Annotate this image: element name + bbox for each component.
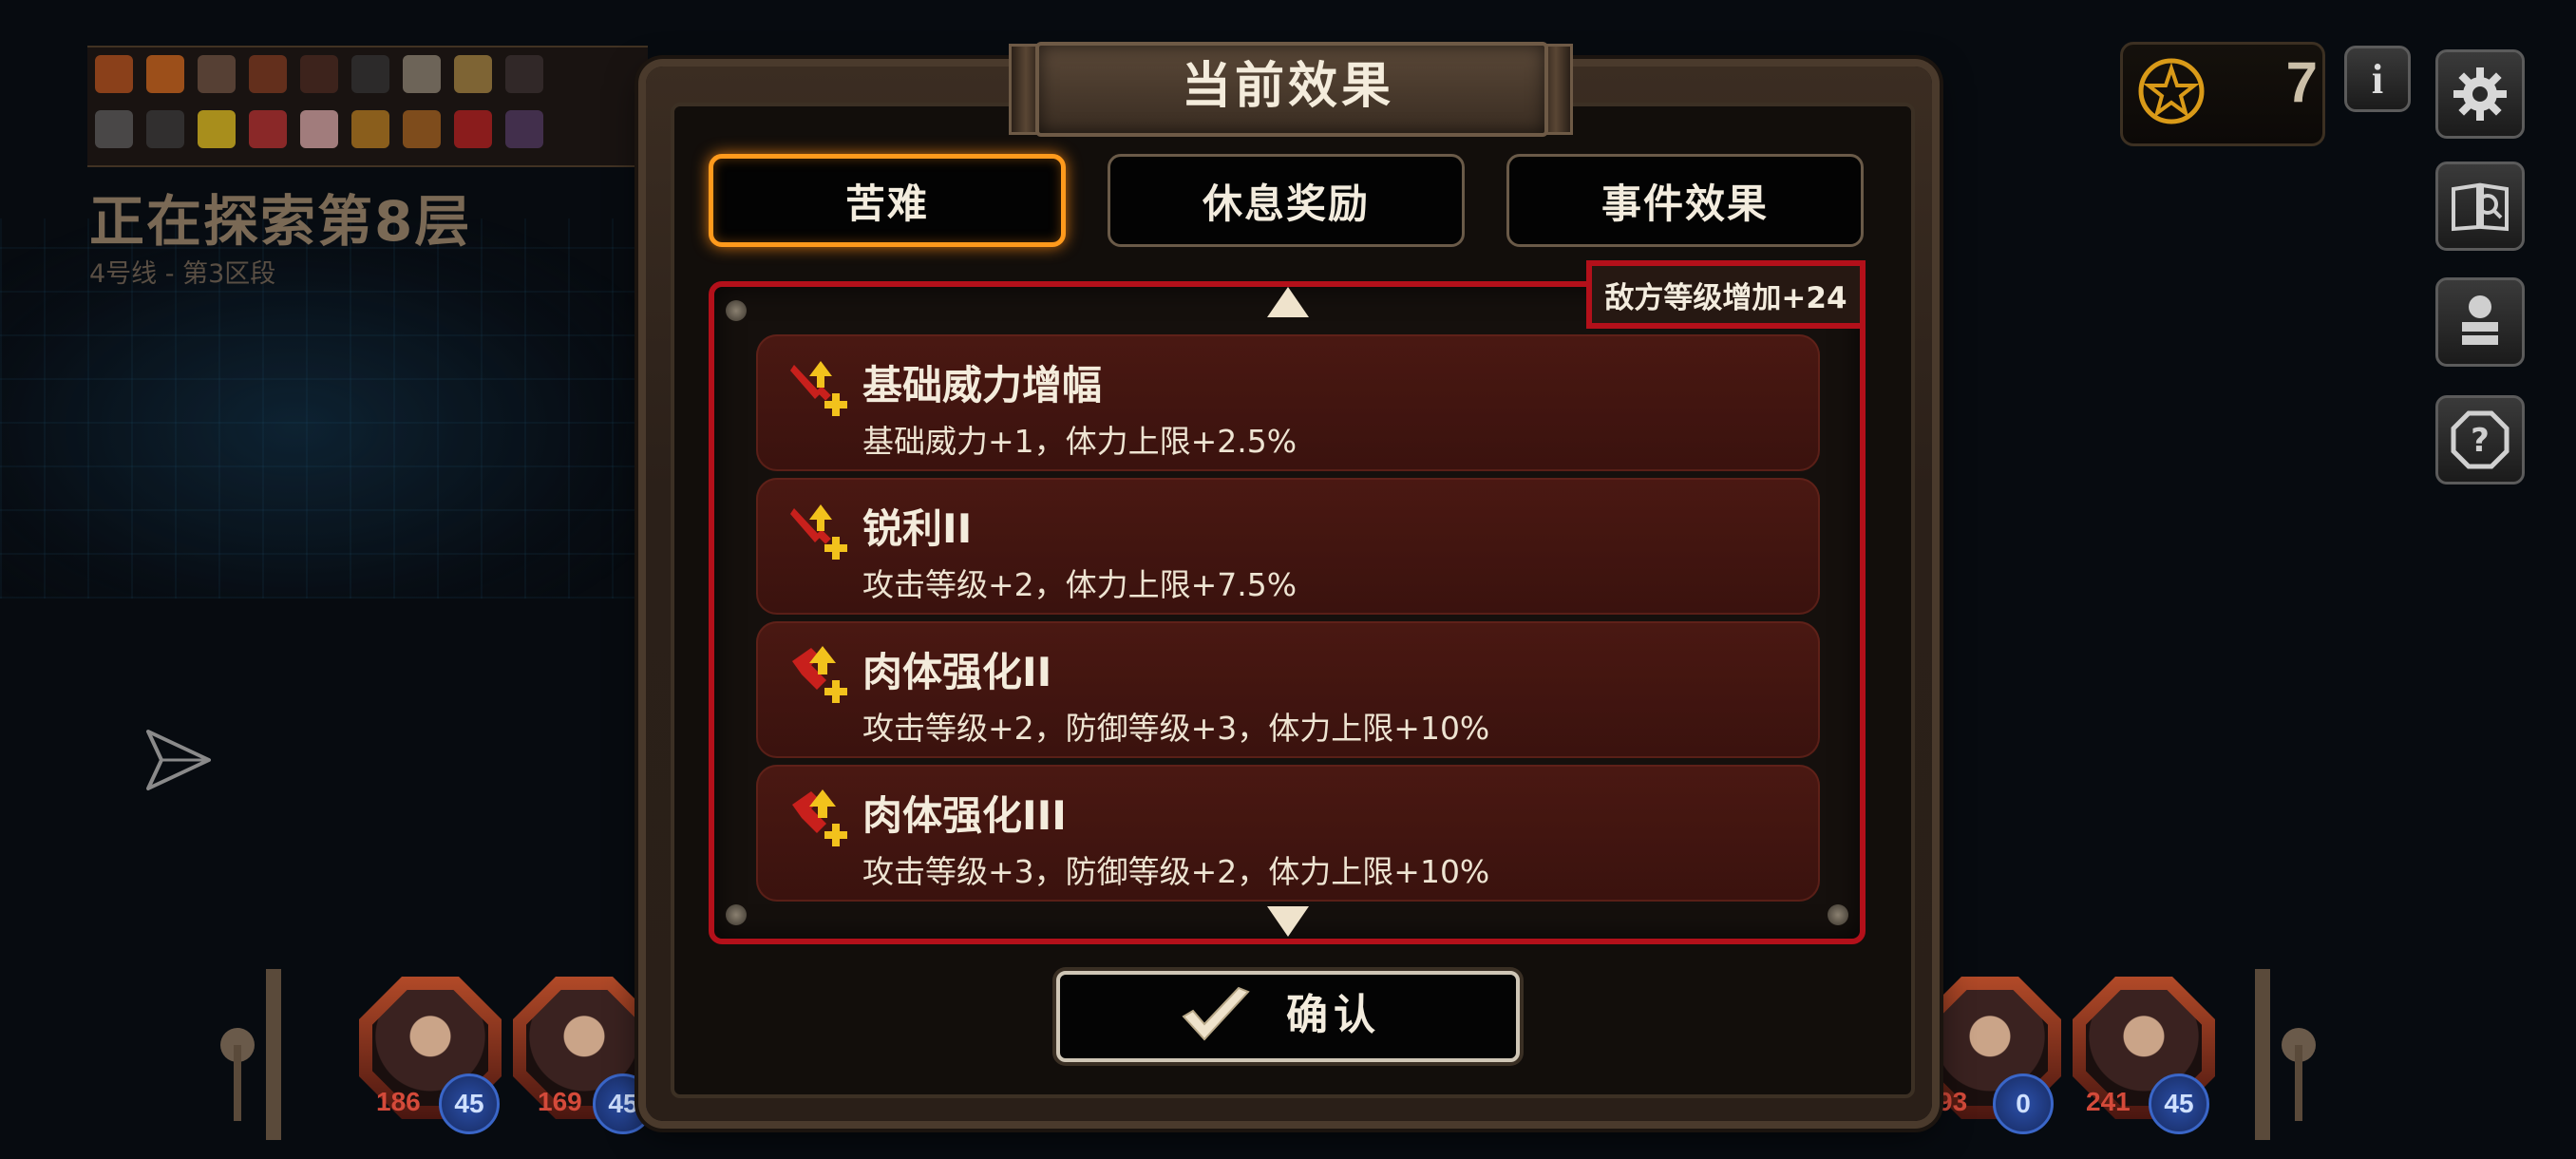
scroll-up-icon[interactable] (1265, 283, 1311, 321)
person-icon (2462, 295, 2498, 345)
effect-name: 肉体强化II (862, 649, 1052, 695)
relic-icon[interactable] (454, 110, 492, 148)
settings-button[interactable] (2435, 49, 2525, 139)
relic-inventory-bar[interactable] (87, 46, 648, 167)
relic-icon[interactable] (300, 55, 338, 93)
lever-decoration (220, 969, 281, 1140)
attack-up-icon (790, 504, 847, 560)
body-up-icon (792, 789, 847, 846)
lever-decoration (2255, 969, 2316, 1140)
gear-icon (2453, 67, 2507, 121)
effect-name: 基础威力增幅 (862, 362, 1103, 408)
relic-icon[interactable] (146, 55, 184, 93)
relic-icon[interactable] (146, 110, 184, 148)
party-member-level: 45 (439, 1074, 500, 1134)
effect-row[interactable]: 锐利II 攻击等级+2，体力上限+7.5% (756, 478, 1820, 615)
help-button[interactable]: ? (2435, 395, 2525, 484)
gold-coin-icon (2138, 58, 2205, 124)
relic-icon[interactable] (95, 55, 133, 93)
relic-icon[interactable] (198, 55, 236, 93)
effect-description: 基础威力+1，体力上限+2.5% (862, 423, 1297, 460)
confirm-label: 确认 (1286, 991, 1381, 1039)
tab-event-effect[interactable]: 事件效果 (1506, 154, 1864, 247)
body-up-icon (792, 646, 847, 703)
effect-description: 攻击等级+2，防御等级+3，体力上限+10% (862, 710, 1490, 747)
effect-description: 攻击等级+3，防御等级+2，体力上限+10% (862, 853, 1490, 890)
relic-icon[interactable] (454, 55, 492, 93)
tab-hardship[interactable]: 苦难 (709, 154, 1066, 247)
effect-name: 锐利II (862, 505, 973, 552)
codex-button[interactable] (2435, 162, 2525, 251)
floor-subtitle: 4号线 - 第3区段 (89, 259, 276, 289)
party-member-hp: 186 (376, 1087, 421, 1116)
party-member-hp: 93 (1938, 1087, 1968, 1116)
party-member-level: 45 (2149, 1074, 2209, 1134)
rivet-decoration (726, 904, 747, 925)
info-icon: i (2371, 55, 2384, 103)
floor-title: 正在探索第8层 (89, 189, 472, 254)
relic-icon[interactable] (351, 55, 389, 93)
relic-icon[interactable] (95, 110, 133, 148)
book-search-icon (2452, 182, 2509, 232)
profile-button[interactable] (2435, 277, 2525, 367)
relic-icon[interactable] (351, 110, 389, 148)
relic-icon[interactable] (505, 55, 543, 93)
relic-icon[interactable] (249, 110, 287, 148)
svg-text:?: ? (2471, 422, 2490, 460)
rivet-decoration (1828, 904, 1848, 925)
effect-row[interactable]: 肉体强化II 攻击等级+2，防御等级+3，体力上限+10% (756, 621, 1820, 758)
relic-icon[interactable] (505, 110, 543, 148)
scroll-down-icon[interactable] (1265, 902, 1311, 940)
checkmark-icon (1182, 986, 1250, 1041)
enemy-level-bonus-badge: 敌方等级增加+24 (1586, 260, 1866, 329)
navigate-arrow-icon[interactable] (142, 724, 215, 796)
effect-description: 攻击等级+2，体力上限+7.5% (862, 566, 1297, 603)
currency-count: 7 (2285, 50, 2318, 114)
help-icon: ? (2451, 410, 2510, 469)
effect-row[interactable]: 基础威力增幅 基础威力+1，体力上限+2.5% (756, 334, 1820, 471)
attack-up-icon (790, 361, 847, 416)
party-member-hp: 241 (2086, 1087, 2131, 1116)
relic-icon[interactable] (249, 55, 287, 93)
party-member-level: 45 (593, 1074, 653, 1134)
info-button[interactable]: i (2344, 46, 2411, 112)
rivet-decoration (726, 300, 747, 321)
relic-icon[interactable] (403, 55, 441, 93)
tab-rest-reward[interactable]: 休息奖励 (1108, 154, 1465, 247)
relic-icon[interactable] (403, 110, 441, 148)
party-member-hp: 169 (538, 1087, 582, 1116)
effect-row[interactable]: 肉体强化III 攻击等级+3，防御等级+2，体力上限+10% (756, 765, 1820, 902)
relic-icon[interactable] (198, 110, 236, 148)
relic-icon[interactable] (300, 110, 338, 148)
party-member-level: 0 (1993, 1074, 2054, 1134)
effect-name: 肉体强化III (862, 792, 1067, 839)
dialog-title: 当前效果 (1181, 58, 1394, 115)
